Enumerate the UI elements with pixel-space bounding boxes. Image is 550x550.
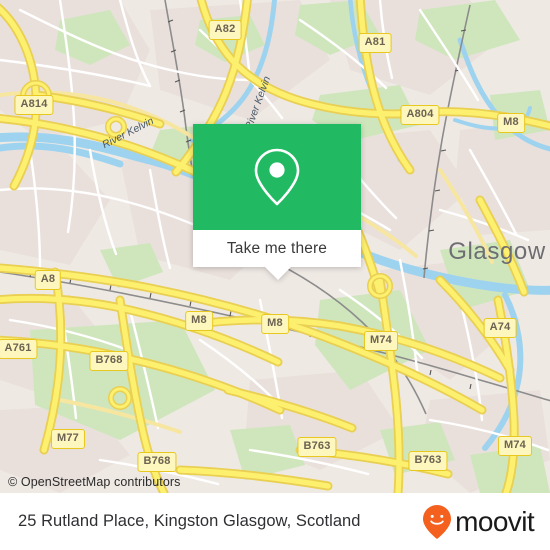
footer-bar: 25 Rutland Place, Kingston Glasgow, Scot… (0, 493, 550, 550)
callout-pin-area (193, 124, 361, 230)
take-me-there-label: Take me there (226, 239, 328, 257)
map-pin-icon (254, 148, 300, 206)
road-shield: A8 (34, 270, 62, 290)
moovit-smiley-pin-icon (423, 504, 452, 539)
road-shield: A82 (208, 20, 242, 40)
road-shield: M74 (498, 436, 532, 456)
road-shield: M77 (51, 429, 85, 449)
road-shield: A74 (483, 318, 517, 338)
road-shield: M74 (364, 331, 398, 351)
road-shield: A814 (14, 95, 54, 115)
address-text: 25 Rutland Place, Kingston Glasgow, Scot… (18, 512, 361, 530)
road-shield: B763 (297, 437, 337, 457)
road-shield: B768 (89, 351, 129, 371)
location-callout-card[interactable]: Take me there (193, 124, 361, 280)
map-attribution[interactable]: © OpenStreetMap contributors (8, 475, 181, 489)
road-shield: M8 (497, 113, 525, 133)
callout-action-area[interactable]: Take me there (193, 230, 361, 267)
road-shield: A761 (0, 339, 38, 359)
road-shield: B763 (408, 451, 448, 471)
road-shield: A804 (400, 105, 440, 125)
road-shield: A81 (358, 33, 392, 53)
map-canvas[interactable]: A82 A81 A814 A804 M8 A8 M8 M8 A74 A761 B768 M74 M77 B… (0, 0, 550, 493)
callout-pointer (265, 267, 291, 280)
road-shield: B768 (137, 452, 177, 472)
road-shield: M8 (261, 314, 289, 334)
moovit-brand[interactable]: moovit (422, 504, 535, 540)
moovit-wordmark: moovit (455, 505, 534, 537)
road-shield: M8 (185, 311, 213, 331)
city-label: Glasgow (448, 238, 546, 265)
moovit-location-card: A82 A81 A814 A804 M8 A8 M8 M8 A74 A761 B768 M74 M77 B… (0, 0, 550, 550)
